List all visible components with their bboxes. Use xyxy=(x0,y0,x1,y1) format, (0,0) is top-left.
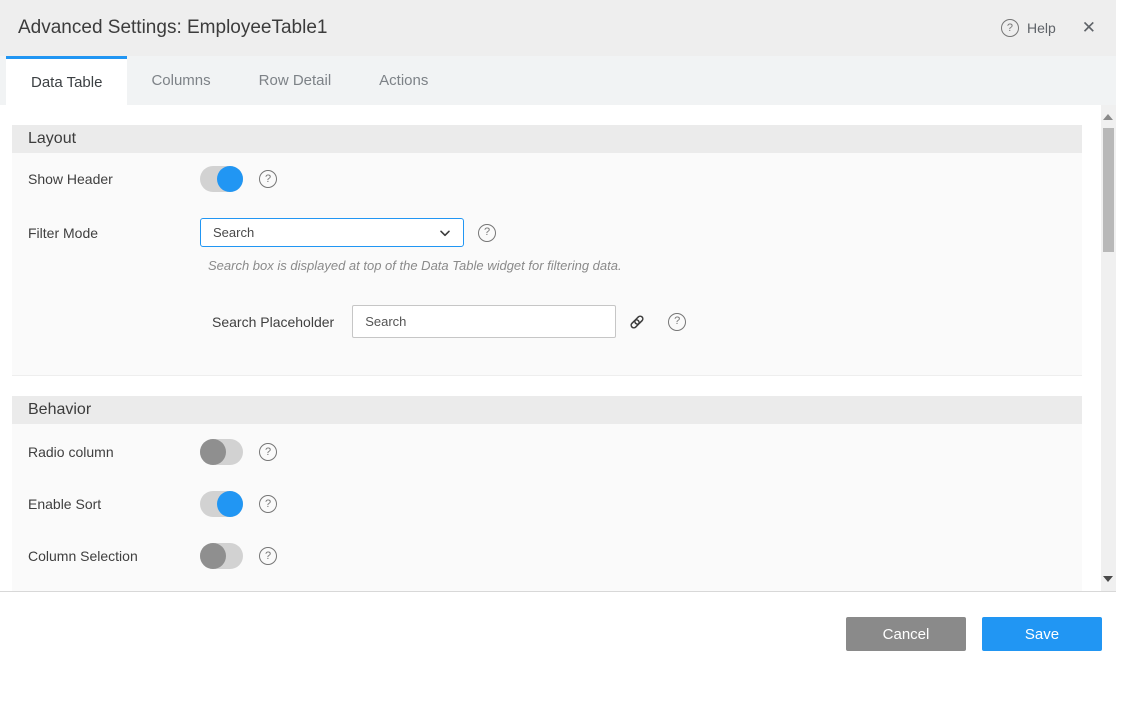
show-header-toggle[interactable] xyxy=(200,166,243,192)
vertical-scrollbar[interactable] xyxy=(1101,105,1116,591)
search-placeholder-row: Search Placeholder ? xyxy=(212,305,1066,338)
show-header-help-icon[interactable]: ? xyxy=(259,170,277,188)
tab-actions[interactable]: Actions xyxy=(355,56,452,105)
toggle-knob xyxy=(200,439,226,465)
column-selection-toggle[interactable] xyxy=(200,543,243,569)
column-selection-help-icon[interactable]: ? xyxy=(259,547,277,565)
question-glyph: ? xyxy=(265,551,271,562)
header-actions: ? Help ✕ xyxy=(1001,18,1096,38)
enable-sort-label: Enable Sort xyxy=(28,496,200,512)
save-button[interactable]: Save xyxy=(982,617,1102,651)
question-glyph: ? xyxy=(265,447,271,458)
close-icon[interactable]: ✕ xyxy=(1082,18,1096,38)
filter-mode-row: Filter Mode Search ? xyxy=(28,218,1066,247)
search-placeholder-help-icon[interactable]: ? xyxy=(668,313,686,331)
cancel-button[interactable]: Cancel xyxy=(846,617,966,651)
section-gap xyxy=(12,376,1082,396)
enable-sort-toggle[interactable] xyxy=(200,491,243,517)
scroll-down-icon[interactable] xyxy=(1103,576,1113,582)
tab-data-table[interactable]: Data Table xyxy=(6,56,127,105)
question-glyph: ? xyxy=(484,227,490,238)
behavior-section-title: Behavior xyxy=(28,401,91,419)
show-header-row: Show Header ? xyxy=(28,166,1066,192)
question-glyph: ? xyxy=(265,499,271,510)
radio-column-row: Radio column ? xyxy=(28,439,1066,465)
help-button[interactable]: ? Help xyxy=(1001,19,1056,37)
enable-sort-help-icon[interactable]: ? xyxy=(259,495,277,513)
column-selection-row: Column Selection ? xyxy=(28,543,1066,569)
search-placeholder-input[interactable] xyxy=(352,305,616,338)
layout-section-header: Layout xyxy=(12,125,1082,153)
tab-row-detail[interactable]: Row Detail xyxy=(235,56,356,105)
filter-mode-help-icon[interactable]: ? xyxy=(478,224,496,242)
question-glyph: ? xyxy=(1007,23,1013,34)
filter-mode-helper-text: Search box is displayed at top of the Da… xyxy=(208,258,1066,273)
question-glyph: ? xyxy=(265,174,271,185)
filter-mode-value: Search xyxy=(213,225,254,240)
radio-column-help-icon[interactable]: ? xyxy=(259,443,277,461)
scroll-up-icon[interactable] xyxy=(1103,114,1113,120)
help-circle-icon: ? xyxy=(1001,19,1019,37)
toggle-knob xyxy=(217,491,243,517)
show-header-label: Show Header xyxy=(28,171,200,187)
link-icon[interactable] xyxy=(628,313,646,331)
radio-column-label: Radio column xyxy=(28,444,200,460)
filter-mode-label: Filter Mode xyxy=(28,225,200,241)
chevron-down-icon xyxy=(437,225,453,241)
advanced-settings-dialog: Advanced Settings: EmployeeTable1 ? Help… xyxy=(0,0,1116,592)
dialog-title: Advanced Settings: EmployeeTable1 xyxy=(18,17,327,39)
search-placeholder-label: Search Placeholder xyxy=(212,314,334,330)
question-glyph: ? xyxy=(674,316,680,327)
behavior-section-header: Behavior xyxy=(12,396,1082,424)
toggle-knob xyxy=(217,166,243,192)
layout-section-body: Show Header ? Filter Mode Search ? Searc… xyxy=(12,153,1082,376)
help-label: Help xyxy=(1027,20,1056,36)
scrollbar-thumb[interactable] xyxy=(1103,128,1114,252)
radio-column-toggle[interactable] xyxy=(200,439,243,465)
behavior-section-body: Radio column ? Enable Sort ? Column Sele… xyxy=(12,424,1082,592)
settings-sections: Layout Show Header ? Filter Mode Search xyxy=(0,105,1082,592)
layout-section-title: Layout xyxy=(28,130,76,148)
dialog-footer: Cancel Save xyxy=(0,592,1148,651)
dialog-header: Advanced Settings: EmployeeTable1 ? Help… xyxy=(0,0,1116,56)
column-selection-label: Column Selection xyxy=(28,548,200,564)
tab-strip: Data Table Columns Row Detail Actions xyxy=(0,56,1116,105)
filter-mode-select[interactable]: Search xyxy=(200,218,464,247)
enable-sort-row: Enable Sort ? xyxy=(28,491,1066,517)
toggle-knob xyxy=(200,543,226,569)
tab-columns[interactable]: Columns xyxy=(127,56,234,105)
tab-content: Layout Show Header ? Filter Mode Search xyxy=(0,105,1116,592)
